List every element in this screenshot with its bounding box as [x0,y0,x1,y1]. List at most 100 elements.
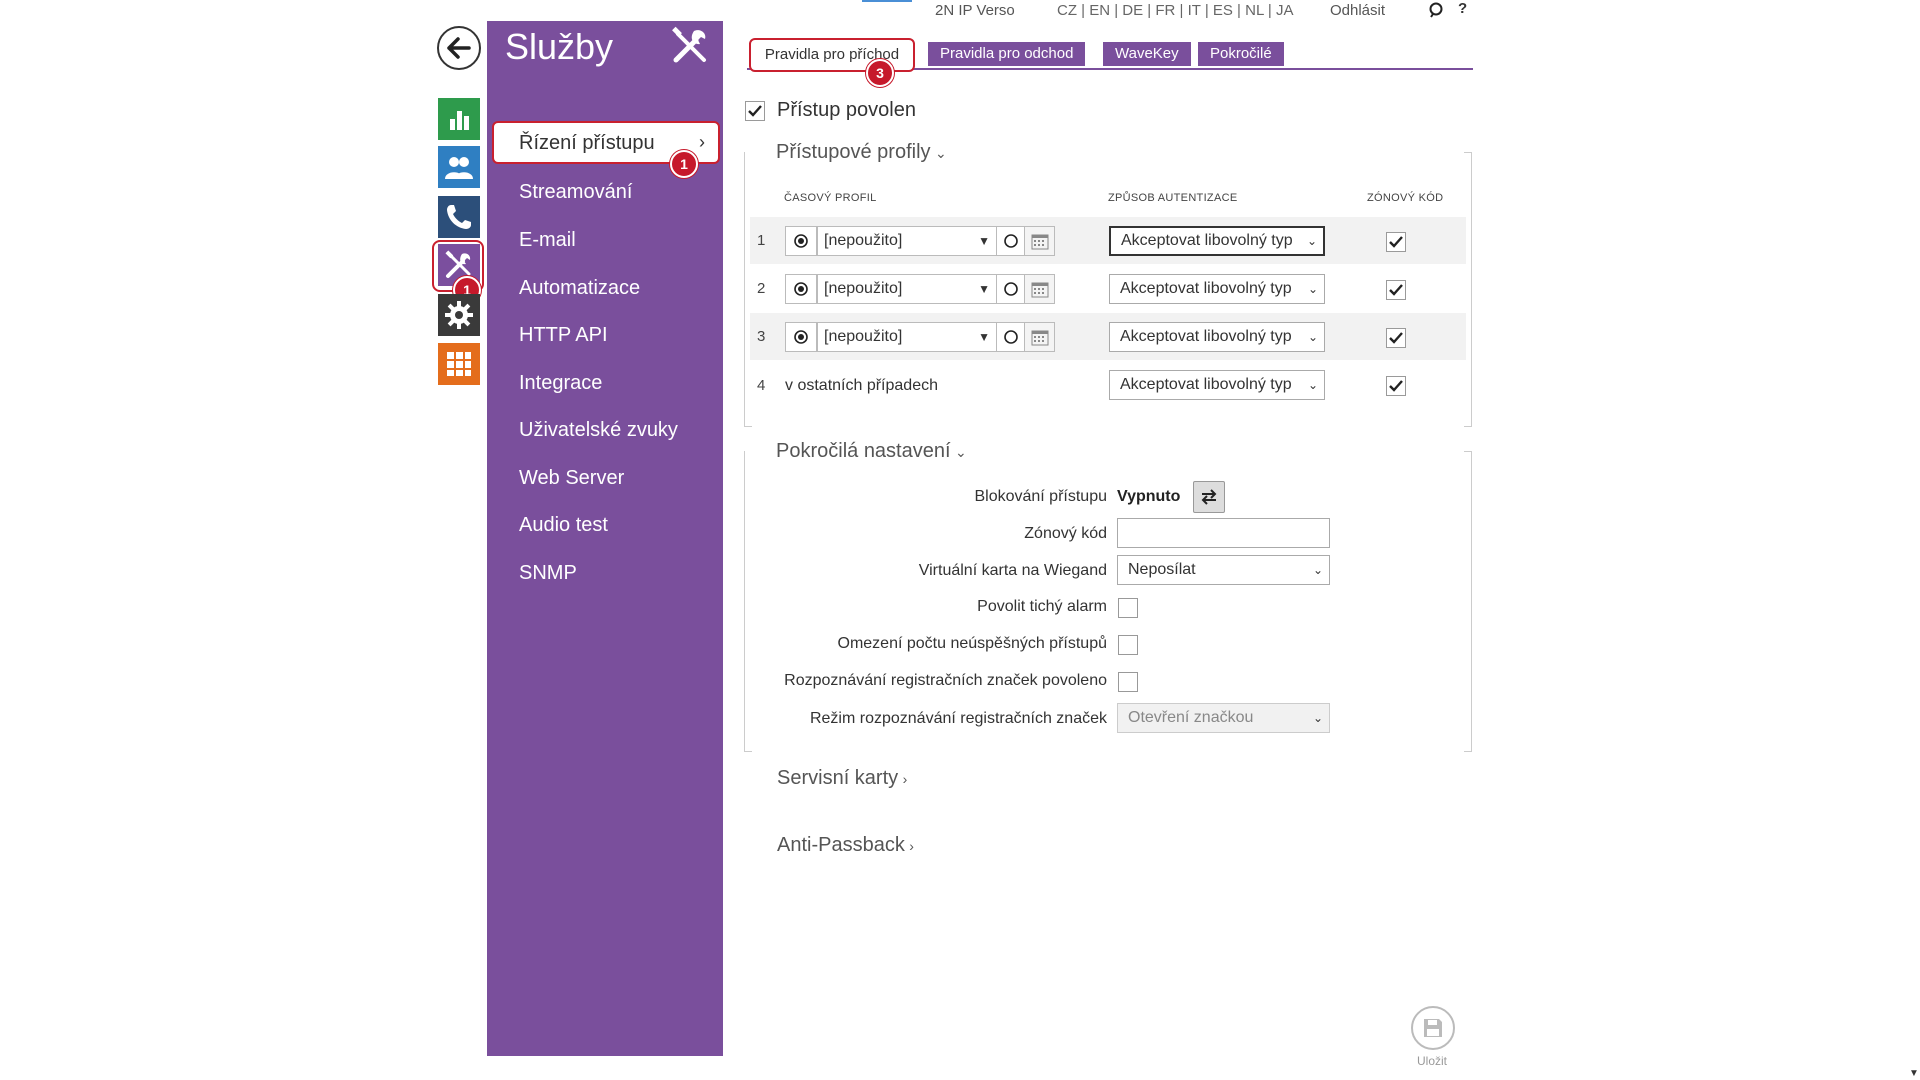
menu-item-streaming[interactable]: Streamování [519,181,632,204]
scroll-down-arrow[interactable]: ▼ [1909,1068,1919,1079]
menu-item-http-api[interactable]: HTTP API [519,324,608,347]
col-zone-code: ZÓNOVÝ KÓD [1367,192,1444,204]
block-access-value: Vypnuto [1117,488,1181,505]
failed-limit-checkbox[interactable] [1118,635,1138,655]
wiegand-value: Neposílat [1128,561,1196,578]
menu-item-integration[interactable]: Integrace [519,372,602,395]
fieldset-corner [1464,451,1472,452]
rail-directory-button[interactable] [438,146,480,188]
auth-method-select[interactable]: Akceptovat libovolný typ ⌄ [1109,226,1325,256]
zone-code-checkbox[interactable] [1386,376,1406,396]
arrow-left-icon [447,37,471,59]
time-profile-value: [nepoužito] [824,328,903,345]
language-switcher[interactable]: CZ | EN | DE | FR | IT | ES | NL | JA [1057,2,1293,19]
fieldset-corner [744,751,752,752]
advanced-title: Pokročilá nastavení [776,440,951,462]
save-button[interactable] [1411,1006,1455,1050]
menu-item-user-sounds[interactable]: Uživatelské zvuky [519,419,678,442]
calendar-icon[interactable] [1025,322,1055,352]
zone-code-checkbox[interactable] [1386,280,1406,300]
tab-advanced[interactable]: Pokročilé [1198,42,1284,66]
chevron-right-icon: › [909,838,914,854]
auth-method-value: Akceptovat libovolný typ [1120,376,1292,393]
row-number: 1 [757,232,766,249]
zone-code-label: Zónový kód [1024,525,1107,542]
time-profile-radio[interactable] [785,226,817,256]
auth-method-select[interactable]: Akceptovat libovolný typ ⌄ [1109,322,1325,352]
tab-wavekey[interactable]: WaveKey [1103,42,1191,66]
fieldset-corner [1464,426,1472,427]
fieldset-corner [1464,751,1472,752]
menu-step-badge: 1 [670,150,698,178]
zone-code-checkbox[interactable] [1386,232,1406,252]
checkmark-icon [748,105,762,117]
tab-exit-rules[interactable]: Pravidla pro odchod [928,42,1086,66]
rail-telephony-button[interactable] [438,196,480,238]
calendar-icon[interactable] [1025,226,1055,256]
users-icon [445,157,473,179]
lpr-enabled-checkbox[interactable] [1118,672,1138,692]
time-profile-radio[interactable] [785,322,817,352]
checkmark-icon [1389,284,1403,296]
zone-code-input[interactable] [1117,518,1330,548]
profiles-title: Přístupové profily [776,141,931,163]
service-cards-section[interactable]: Servisní karty › [777,767,907,790]
fieldset-corner [1464,152,1472,153]
service-cards-title: Servisní karty [777,767,899,789]
block-access-toggle[interactable] [1193,481,1225,513]
time-profile-select[interactable]: [nepoužito] ▼ [817,226,997,256]
zone-code-checkbox[interactable] [1386,328,1406,348]
auth-method-value: Akceptovat libovolný typ [1120,328,1292,345]
chevron-right-icon: › [699,132,705,152]
tools-icon [670,26,712,71]
time-profile-radio-off[interactable] [997,274,1025,304]
access-enabled-label: Přístup povolen [777,99,916,121]
row-number: 4 [757,377,766,394]
col-auth-method: ZPŮSOB AUTENTIZACE [1108,192,1238,204]
access-enabled-checkbox[interactable] [745,101,765,121]
topbar-accent [862,0,912,2]
fieldset-corner [744,426,752,427]
failed-limit-label: Omezení počtu neúspěšných přístupů [837,635,1108,652]
row-number: 3 [757,328,766,345]
tab-step-badge: 3 [866,59,894,87]
search-icon[interactable] [1428,2,1446,25]
floppy-disk-icon [1424,1019,1442,1037]
menu-item-email[interactable]: E-mail [519,229,576,252]
time-profile-radio-off[interactable] [997,322,1025,352]
menu-item-automation[interactable]: Automatizace [519,277,640,300]
rail-hardware-button[interactable] [438,294,480,336]
menu-item-web-server[interactable]: Web Server [519,467,624,490]
time-profile-radio[interactable] [785,274,817,304]
help-button[interactable]: ? [1458,0,1467,17]
auth-method-select[interactable]: Akceptovat libovolný typ ⌄ [1109,274,1325,304]
lpr-mode-select: Otevření značkou ⌄ [1117,703,1330,733]
swap-icon [1201,489,1217,505]
time-profile-select[interactable]: [nepoužito] ▼ [817,274,997,304]
chevron-right-icon: › [902,771,908,787]
silent-alarm-checkbox[interactable] [1118,598,1138,618]
lpr-mode-value: Otevření značkou [1128,709,1254,726]
rail-system-button[interactable] [438,343,480,385]
lpr-enabled-label: Rozpoznávání registračních značek povole… [784,672,1107,689]
anti-passback-section[interactable]: Anti-Passback › [777,834,914,857]
menu-item-audio-test[interactable]: Audio test [519,514,608,537]
rail-status-button[interactable] [438,98,480,140]
auth-method-select[interactable]: Akceptovat libovolný typ ⌄ [1109,370,1325,400]
phone-icon [447,205,471,229]
gear-icon [445,301,473,329]
auth-method-value: Akceptovat libovolný typ [1120,280,1292,297]
checkmark-icon [1389,236,1403,248]
menu-item-snmp[interactable]: SNMP [519,562,577,585]
profiles-legend[interactable]: Přístupové profily ⌄ [760,141,963,164]
time-profile-radio-off[interactable] [997,226,1025,256]
time-profile-select[interactable]: [nepoužito] ▼ [817,322,997,352]
lpr-mode-label: Režim rozpoznávání registračních značek [809,710,1107,727]
advanced-legend[interactable]: Pokročilá nastavení ⌄ [760,440,983,463]
calendar-icon[interactable] [1025,274,1055,304]
logout-link[interactable]: Odhlásit [1330,2,1385,19]
wiegand-select[interactable]: Neposílat ⌄ [1117,555,1330,585]
back-button[interactable] [437,26,481,70]
anti-passback-title: Anti-Passback [777,834,905,856]
time-profile-otherwise: v ostatních případech [785,377,938,394]
